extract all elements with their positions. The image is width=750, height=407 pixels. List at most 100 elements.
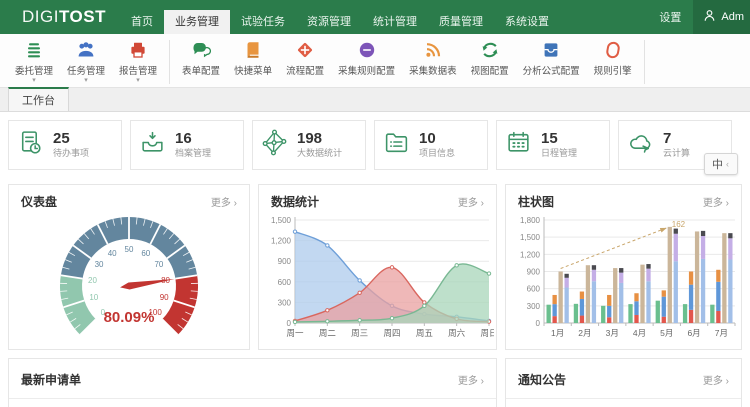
nav-item-test-tasks[interactable]: 试验任务 xyxy=(230,10,296,34)
toolbar-item-label: 流程配置 xyxy=(286,66,325,77)
nav-item-statistics[interactable]: 统计管理 xyxy=(362,10,428,34)
svg-text:300: 300 xyxy=(278,298,292,307)
toolbar-item-label: 采集数据表 xyxy=(409,66,457,77)
more-link[interactable]: 更多 › xyxy=(703,194,729,209)
svg-text:3月: 3月 xyxy=(606,328,619,338)
svg-text:周一: 周一 xyxy=(286,328,304,338)
svg-text:600: 600 xyxy=(527,285,541,294)
card-label: 日程管理 xyxy=(541,147,578,158)
svg-text:90: 90 xyxy=(160,293,169,302)
svg-text:4月: 4月 xyxy=(633,328,646,338)
svg-text:162: 162 xyxy=(672,220,686,229)
svg-text:1月: 1月 xyxy=(551,328,564,338)
toolbar-item-label: 委托管理 xyxy=(15,66,54,77)
navbar-right: 设置 Adm xyxy=(647,0,750,34)
user-icon xyxy=(703,9,716,25)
toolbar-item-entrust[interactable]: 委托管理 ▾ xyxy=(8,39,60,85)
dropdown-caret-icon[interactable]: ▾ xyxy=(84,77,88,84)
chat-icon xyxy=(191,40,212,60)
panel-title: 数据统计 xyxy=(271,195,320,209)
notices-panel: 通知公告 更多 › xyxy=(505,358,742,407)
panel-title: 柱状图 xyxy=(518,195,555,209)
card-label: 大数据统计 xyxy=(297,147,343,158)
card-archive[interactable]: 16 档案管理 xyxy=(130,120,244,170)
svg-text:600: 600 xyxy=(278,278,292,287)
panel-title: 仪表盘 xyxy=(21,195,58,209)
rss-icon xyxy=(423,40,443,60)
app-logo: DIGI TOST xyxy=(22,0,106,34)
more-link[interactable]: 更多 › xyxy=(458,372,484,387)
more-link[interactable]: 更多 › xyxy=(458,194,484,209)
svg-text:70: 70 xyxy=(154,260,163,269)
tab-workbench[interactable]: 工作台 xyxy=(8,87,69,111)
svg-text:300: 300 xyxy=(527,302,541,311)
project-folder-icon xyxy=(383,129,410,161)
svg-text:0: 0 xyxy=(287,319,292,328)
toolbar-item-rule-engine[interactable]: 规则引擎 xyxy=(587,39,639,78)
nav-item-business[interactable]: 业务管理 xyxy=(163,10,230,34)
card-project[interactable]: 10 项目信息 xyxy=(374,120,488,170)
svg-text:6月: 6月 xyxy=(687,328,700,338)
toolbar-item-tasks[interactable]: 任务管理 ▾ xyxy=(60,39,112,85)
more-link[interactable]: 更多 › xyxy=(211,194,237,209)
dropdown-caret-icon[interactable]: ▾ xyxy=(136,77,140,84)
toolbar-item-analysis-formula[interactable]: 分析公式配置 xyxy=(516,39,587,78)
card-todo[interactable]: 25 待办事项 xyxy=(8,120,122,170)
card-value: 25 xyxy=(53,130,70,148)
card-value: 198 xyxy=(297,130,323,148)
card-value: 15 xyxy=(541,130,558,148)
toolbar-item-label: 采集规则配置 xyxy=(338,66,396,77)
ime-sub: ‹ xyxy=(726,159,729,169)
toolbar-item-collection-rules[interactable]: 采集规则配置 xyxy=(331,39,402,78)
card-schedule[interactable]: 15 日程管理 xyxy=(496,120,610,170)
svg-text:10: 10 xyxy=(89,293,98,302)
svg-text:周四: 周四 xyxy=(383,328,400,338)
nav-item-quality[interactable]: 质量管理 xyxy=(428,10,494,34)
inbox-icon xyxy=(541,40,561,60)
toolbar-item-quick-menu[interactable]: 快捷菜单 xyxy=(227,39,279,78)
toolbar-item-label: 快捷菜单 xyxy=(234,66,273,77)
top-navbar: DIGI TOST 首页 业务管理 试验任务 资源管理 统计管理 质量管理 系统设… xyxy=(0,0,750,34)
ime-indicator[interactable]: 中 ‹ xyxy=(704,153,738,175)
book-icon xyxy=(243,40,263,60)
toolbar-item-view-config[interactable]: 视图配置 xyxy=(464,39,516,78)
toolbar-item-collection-tables[interactable]: 采集数据表 xyxy=(402,39,464,78)
nav-item-resources[interactable]: 资源管理 xyxy=(296,10,362,34)
user-menu[interactable]: Adm xyxy=(693,0,750,34)
bar-chart: 0 300 600 900 1,200 1,500 1,800 1月 2月 3月 4月 5月 6月 7月 1… xyxy=(506,212,741,348)
card-value: 7 xyxy=(663,130,672,148)
card-value: 10 xyxy=(419,130,436,148)
chart-panels: 仪表盘 更多 › 010203040506070809010080.09% 数据… xyxy=(8,184,750,350)
card-label: 项目信息 xyxy=(419,147,456,158)
toolbar-item-label: 规则引擎 xyxy=(593,66,632,77)
svg-text:30: 30 xyxy=(95,260,104,269)
svg-text:900: 900 xyxy=(278,257,292,266)
users-icon xyxy=(76,40,96,60)
tab-strip: 工作台 xyxy=(0,87,750,112)
svg-text:1,500: 1,500 xyxy=(271,216,292,225)
gauge-panel: 仪表盘 更多 › 010203040506070809010080.09% xyxy=(8,184,250,350)
nav-item-home[interactable]: 首页 xyxy=(120,10,164,34)
archive-icon xyxy=(139,129,166,161)
circle-minus-icon xyxy=(357,40,377,60)
svg-text:20: 20 xyxy=(88,276,97,285)
toolbar-item-label: 视图配置 xyxy=(470,66,509,77)
area-panel: 数据统计 更多 › 0 300 600 900 1,200 1,500 周一 周二 周三 周四 周五… xyxy=(258,184,498,350)
card-bigdata[interactable]: 198 大数据统计 xyxy=(252,120,366,170)
nav-item-system[interactable]: 系统设置 xyxy=(494,10,560,34)
card-value: 16 xyxy=(175,130,192,148)
svg-text:1,200: 1,200 xyxy=(520,250,541,259)
printer-icon xyxy=(128,40,148,60)
ring-icon xyxy=(603,40,623,60)
svg-text:1,200: 1,200 xyxy=(271,237,292,246)
dropdown-caret-icon[interactable]: ▾ xyxy=(32,77,36,84)
user-name: Adm xyxy=(721,11,744,23)
svg-text:5月: 5月 xyxy=(660,328,673,338)
toolbar-item-reports[interactable]: 报告管理 ▾ xyxy=(112,39,164,85)
settings-link[interactable]: 设置 xyxy=(647,9,693,25)
toolbar-item-process-config[interactable]: 流程配置 xyxy=(279,39,331,78)
more-link[interactable]: 更多 › xyxy=(703,372,729,387)
stat-cards: 25 待办事项 16 档案管理 198 大数据统计 10 项目信息 15 日程管… xyxy=(8,120,750,170)
requests-panel: 最新申请单 更多 › xyxy=(8,358,497,407)
toolbar-item-form-config[interactable]: 表单配置 xyxy=(175,39,227,78)
